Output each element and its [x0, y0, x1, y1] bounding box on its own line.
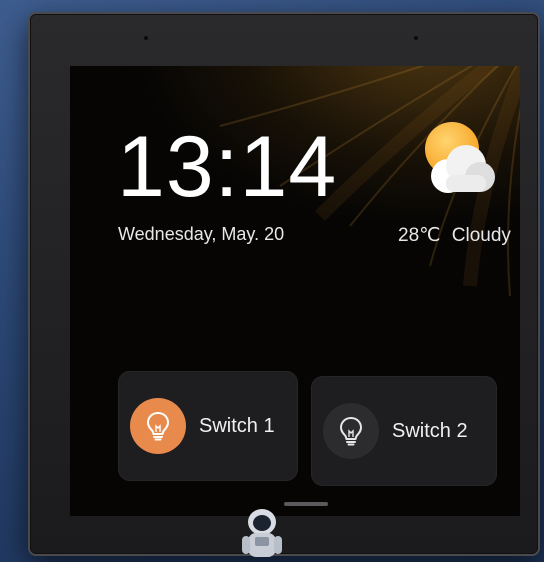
weather-temperature: 28℃ — [398, 225, 441, 246]
switch-1-toggle[interactable] — [130, 398, 186, 454]
lightbulb-icon — [340, 417, 362, 446]
astronaut-figure — [242, 509, 282, 557]
switch-1-card[interactable]: Switch 1 — [118, 371, 298, 481]
sensor-dot — [414, 36, 418, 40]
partly-cloudy-icon — [425, 122, 495, 193]
camera-dot — [144, 36, 148, 40]
switch-2-card[interactable]: Switch 2 — [311, 376, 497, 486]
switch-1-label: Switch 1 — [199, 414, 275, 437]
weather-summary: 28℃ Cloudy — [398, 224, 511, 247]
switch-2-label: Switch 2 — [392, 419, 468, 442]
switch-2-toggle[interactable] — [323, 403, 379, 459]
lightbulb-icon — [147, 412, 169, 441]
weather-condition: Cloudy — [451, 225, 511, 246]
device-screen: 13:14 Wednesday, May. 20 28℃ Cloudy Swit… — [70, 66, 520, 516]
clock-time: 13:14 — [117, 119, 338, 215]
swipe-handle[interactable] — [284, 502, 328, 506]
clock-date: Wednesday, May. 20 — [118, 224, 285, 244]
device-bezel: 13:14 Wednesday, May. 20 28℃ Cloudy Swit… — [28, 12, 540, 556]
